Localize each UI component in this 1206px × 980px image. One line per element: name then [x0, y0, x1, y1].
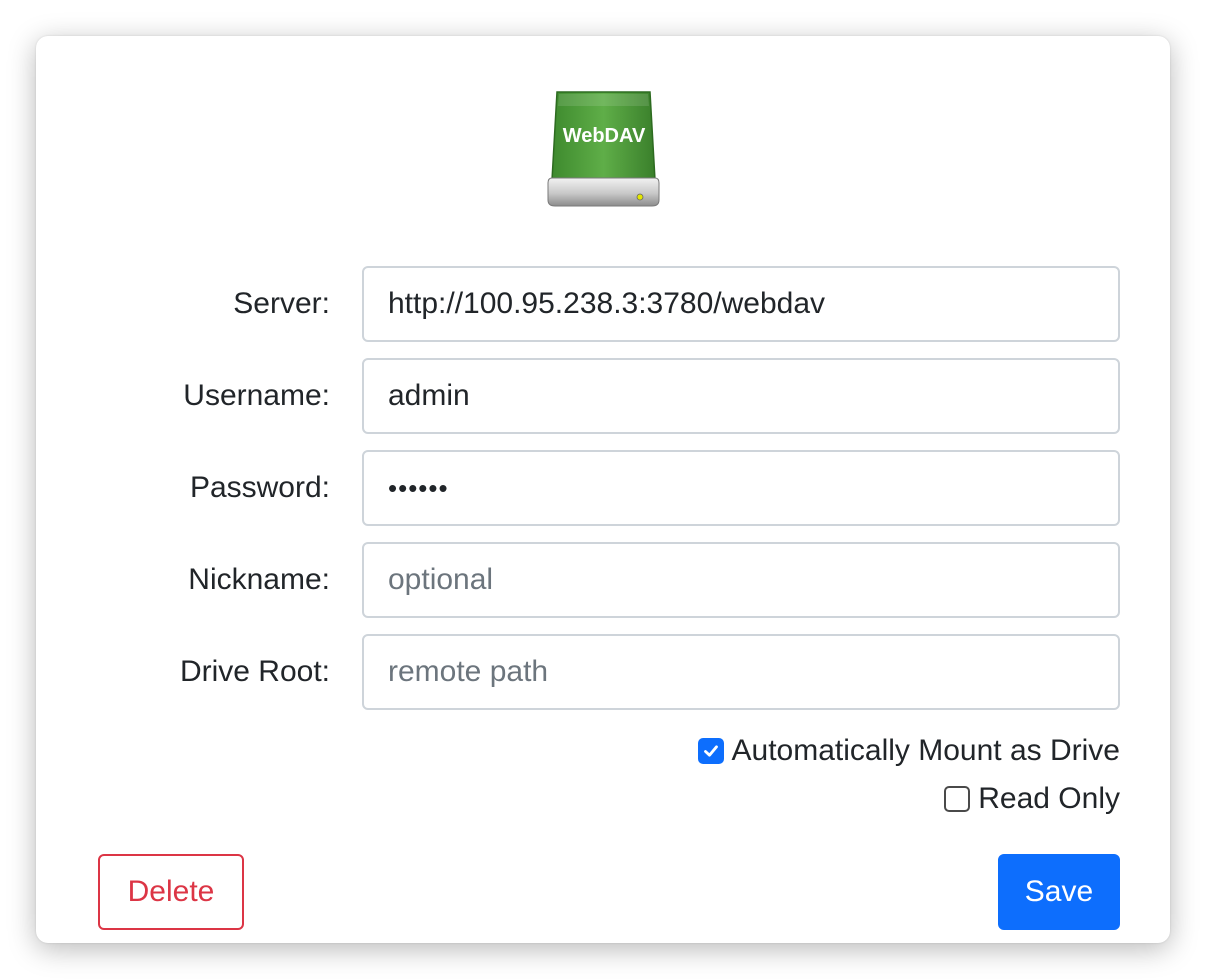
server-input[interactable]	[362, 266, 1120, 342]
username-row: Username:	[36, 358, 1170, 434]
checkmark-icon	[703, 745, 718, 757]
read-only-label[interactable]: Read Only	[978, 782, 1120, 816]
save-button[interactable]: Save	[998, 854, 1120, 930]
drive-led-icon	[636, 193, 644, 201]
delete-button[interactable]: Delete	[98, 854, 244, 930]
read-only-option[interactable]: Read Only	[944, 779, 1120, 819]
password-input[interactable]	[362, 450, 1120, 526]
webdav-drive-icon: WebDAV	[547, 91, 660, 207]
webdav-settings-dialog: WebDAV Server: Username: Password: Nickn…	[36, 36, 1170, 943]
nickname-label: Nickname:	[188, 563, 330, 596]
username-label: Username:	[183, 379, 330, 412]
username-input[interactable]	[362, 358, 1120, 434]
nickname-input[interactable]	[362, 542, 1120, 618]
server-row: Server:	[36, 266, 1170, 342]
drive-root-row: Drive Root:	[36, 634, 1170, 710]
server-label: Server:	[233, 287, 330, 320]
nickname-row: Nickname:	[36, 542, 1170, 618]
auto-mount-label[interactable]: Automatically Mount as Drive	[732, 734, 1120, 768]
password-row: Password:	[36, 450, 1170, 526]
drive-icon-label: WebDAV	[563, 125, 646, 147]
drive-root-label: Drive Root:	[179, 655, 330, 688]
auto-mount-option[interactable]: Automatically Mount as Drive	[697, 731, 1120, 771]
drive-root-input[interactable]	[362, 634, 1120, 710]
password-label: Password:	[189, 471, 330, 504]
auto-mount-checkbox[interactable]	[697, 738, 724, 764]
read-only-checkbox[interactable]	[944, 786, 971, 812]
